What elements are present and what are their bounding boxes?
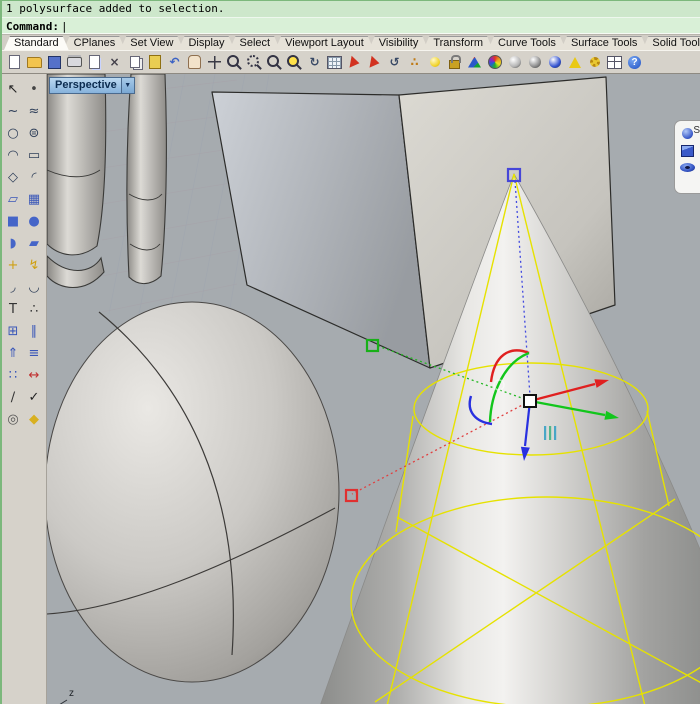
layer-grid-icon[interactable] [326,54,343,71]
pan-view-icon[interactable] [186,54,203,71]
tab-cplanes[interactable]: CPlanes [64,36,126,50]
tab-select[interactable]: Select [230,36,281,50]
tab-visibility[interactable]: Visibility [369,36,429,50]
render-sphere-dark-icon[interactable] [526,54,543,71]
mirror-icon[interactable]: ∥ [25,322,44,340]
viewport-layout-icon[interactable] [606,54,623,71]
viewport-title: Perspective [50,78,121,93]
text-object-icon[interactable]: T [4,300,23,318]
curve-interpolate-icon[interactable]: ≈ [25,102,44,120]
arc-icon[interactable]: ◠ [4,146,23,164]
zoom-selected-icon[interactable] [286,54,303,71]
gumball-menu-icon[interactable] [544,426,556,440]
menu-tab-bar: StandardCPlanesSet ViewDisplaySelectView… [2,34,700,50]
solid-torus-icon[interactable] [680,163,695,172]
tab-viewport-layout[interactable]: Viewport Layout [275,36,374,50]
viewport-menu-dropdown[interactable]: ▼ [121,78,134,93]
tab-display[interactable]: Display [178,36,234,50]
rhino-window: 1 polysurface added to selection. Comman… [0,0,700,704]
layer-state-light-icon[interactable] [426,54,443,71]
world-axis-z-label: z [69,688,74,699]
copy-to-clipboard-icon[interactable] [126,54,143,71]
solid-sphere-icon[interactable] [682,128,693,139]
new-document-icon[interactable] [6,54,23,71]
plane-surface-icon[interactable]: ▰ [25,234,44,252]
viewport-title-tab[interactable]: Perspective ▼ [49,77,135,94]
solid-sphere-icon[interactable]: ● [25,212,44,230]
tab-standard[interactable]: Standard [4,36,69,50]
help-icon[interactable] [626,54,643,71]
trim-icon[interactable]: ∕ [4,388,23,406]
conic-curve-icon[interactable]: ◜ [25,168,44,186]
command-label: Command: [6,20,59,33]
tab-transform[interactable]: Transform [423,36,493,50]
solid-box-icon[interactable]: ■ [4,212,23,230]
material-icon[interactable]: ◆ [25,410,44,428]
command-prompt[interactable]: Command:| [2,17,700,34]
blend-curves-icon[interactable]: ◡ [25,278,44,296]
shaded-display-icon[interactable] [466,54,483,71]
print-icon[interactable] [66,54,83,71]
dimension-icon[interactable]: ↔ [25,366,44,384]
single-point-icon[interactable]: • [25,80,44,98]
cplane-next-icon[interactable] [366,54,383,71]
zoom-icon[interactable] [226,54,243,71]
options-gear-icon[interactable] [586,54,603,71]
group-objects-icon[interactable]: ⊞ [4,322,23,340]
ellipse-icon[interactable]: ⊜ [25,124,44,142]
undo-view-change-icon[interactable]: ↺ [386,54,403,71]
explode-icon[interactable]: ↯ [25,256,44,274]
tab-curve-tools[interactable]: Curve Tools [488,36,566,50]
tab-solid-tools[interactable]: Solid Tools [642,36,700,50]
polygon-icon[interactable]: ◇ [4,168,23,186]
point-cloud-icon[interactable]: ∴ [25,300,44,318]
undo-icon[interactable]: ↶ [166,54,183,71]
solid-tube-icon[interactable]: ◗ [4,234,23,252]
move-view-icon[interactable] [206,54,223,71]
gumball-origin-handle[interactable] [524,395,536,407]
scene-canvas[interactable]: z [47,74,700,704]
cplane-previous-icon[interactable] [346,54,363,71]
hatch-icon[interactable]: ≡ [25,344,44,362]
tool-sidebar: ↖•~≈○⊜◠▭◇◜▱▦■●◗▰+↯◞◡T∴⊞∥⇑≡∷↔∕✓◎◆ [2,74,47,704]
open-file-icon[interactable] [26,54,43,71]
perspective-viewport[interactable]: Perspective ▼ [47,74,700,704]
curve-control-points-icon[interactable]: ~ [4,102,23,120]
surface-from-network-icon[interactable]: ▦ [25,190,44,208]
render-preview-sphere-icon[interactable] [506,54,523,71]
zoom-dynamic-icon[interactable] [266,54,283,71]
save-file-icon[interactable] [46,54,63,71]
delete-icon[interactable]: × [106,54,123,71]
rectangle-icon[interactable]: ▭ [25,146,44,164]
extrude-icon[interactable]: ⇑ [4,344,23,362]
solid-box-icon[interactable] [681,145,694,157]
rectangular-array-icon[interactable]: ∷ [4,366,23,384]
surface-from-points-icon[interactable]: ▱ [4,190,23,208]
command-caret: | [61,20,68,33]
shell-icon[interactable]: ◎ [4,410,23,428]
flyout-label: S [693,125,700,136]
paste-from-clipboard-icon[interactable] [146,54,163,71]
fillet-curves-icon[interactable]: ◞ [4,278,23,296]
check-point-icon[interactable]: ✓ [25,388,44,406]
export-selected-icon[interactable] [86,54,103,71]
standard-toolbar: × ↶ ↻ ↺∴ [2,50,700,74]
tab-set-view[interactable]: Set View [120,36,183,50]
zoom-window-icon[interactable] [246,54,263,71]
select-cursor-icon[interactable]: ↖ [4,80,23,98]
solid-tools-flyout: S [674,120,700,194]
rotate-view-icon[interactable]: ↻ [306,54,323,71]
boolean-union-icon[interactable]: + [4,256,23,274]
sphere-object[interactable] [47,302,339,682]
tab-surface-tools[interactable]: Surface Tools [561,36,647,50]
render-sphere-blue-icon[interactable] [546,54,563,71]
render-notify-cone-icon[interactable] [566,54,583,71]
rendered-display-icon[interactable] [486,54,503,71]
command-history-line: 1 polysurface added to selection. [2,1,700,17]
named-cplanes-icon[interactable]: ∴ [406,54,423,71]
circle-center-radius-icon[interactable]: ○ [4,124,23,142]
lock-objects-icon[interactable] [446,54,463,71]
